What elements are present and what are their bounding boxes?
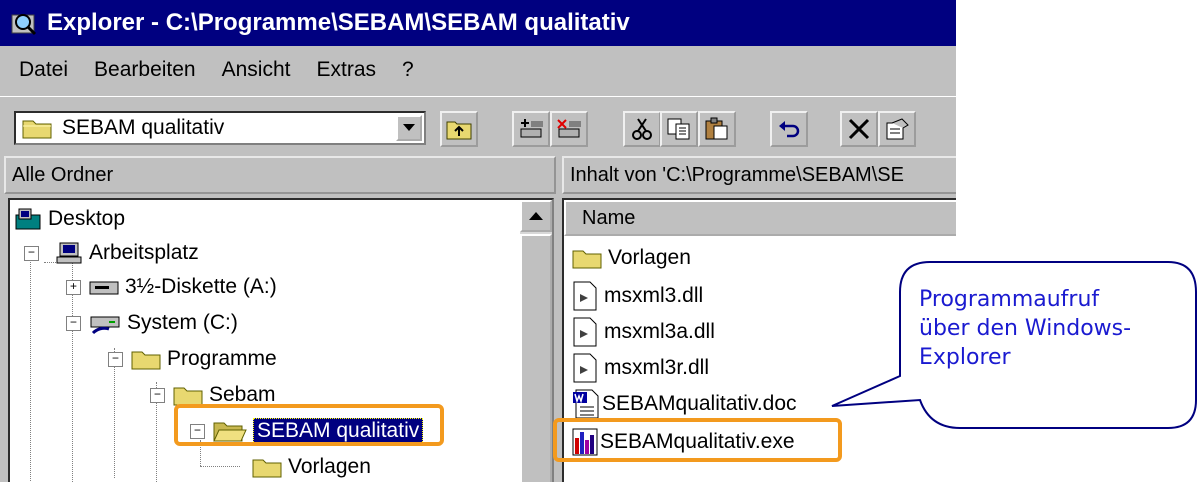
callout-bubble: [831, 261, 1197, 429]
callout-line: Explorer: [919, 345, 1011, 370]
callout-text: Programmaufruf über den Windows- Explore…: [919, 285, 1184, 372]
callout-line: über den Windows-: [919, 316, 1132, 341]
callout-line: Programmaufruf: [919, 287, 1100, 312]
